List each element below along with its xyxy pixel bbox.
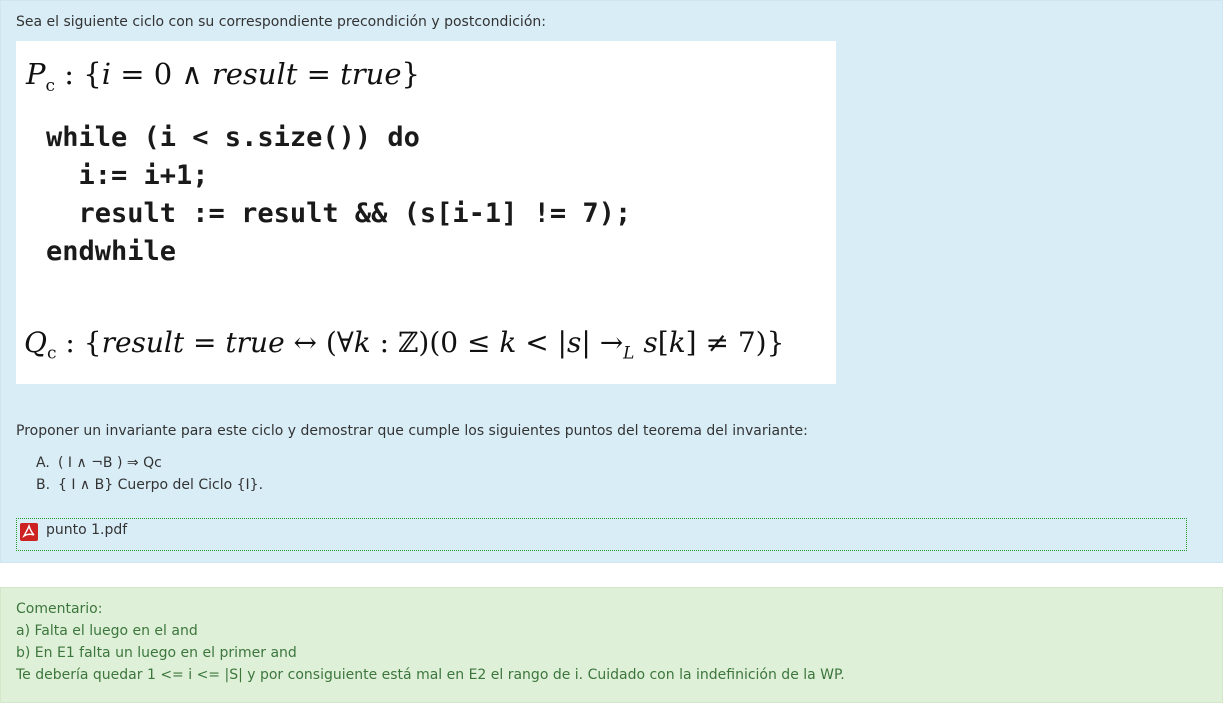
option-letter: B. — [36, 477, 51, 493]
pre-t2: = 0 ∧ — [111, 57, 212, 91]
option-text: { I ∧ B} Cuerpo del Ciclo {I}. — [58, 477, 264, 493]
precondition-formula: Pc : {i = 0 ∧ result = true} — [26, 57, 420, 96]
option-letter: A. — [36, 455, 50, 471]
code-line: result := result && (s[i-1] != 7); — [46, 198, 632, 229]
post-var-k: k — [353, 326, 371, 359]
post-t5: < | — [516, 326, 567, 359]
post-sub-l: L — [623, 343, 635, 364]
post-var-k3: k — [668, 326, 686, 359]
question-intro: Sea el siguiente ciclo con su correspond… — [16, 14, 546, 30]
formula-image: Pc : {i = 0 ∧ result = true} while (i < … — [16, 41, 836, 384]
post-var-result: result — [101, 326, 185, 359]
pre-sub: c — [45, 75, 56, 96]
post-name: Q — [24, 326, 47, 359]
options-list: A. ( I ∧ ¬B ) ⇒ Qc B. { I ∧ B} Cuerpo del … — [36, 452, 263, 496]
code-line: while (i < s.size()) do — [46, 122, 420, 153]
comment-line: a) Falta el luego en el and — [16, 623, 198, 639]
post-sub: c — [46, 343, 57, 364]
pre-t3: = — [297, 57, 341, 91]
post-t1: : { — [56, 326, 102, 359]
post-t4: : ℤ)(0 ≤ — [370, 326, 500, 359]
pre-var-true: true — [340, 57, 402, 91]
attachment-link[interactable]: punto 1.pdf — [46, 522, 127, 538]
comment-title: Comentario: — [16, 601, 103, 617]
question-prompt: Proponer un invariante para este ciclo y… — [16, 423, 808, 439]
post-t6: | → — [581, 326, 624, 359]
post-t8: [ — [657, 326, 669, 359]
comment-line: b) En E1 falta un luego en el primer and — [16, 645, 297, 661]
pdf-icon — [20, 523, 38, 541]
pre-var-result: result — [211, 57, 298, 91]
feedback-panel: Comentario: a) Falta el luego en el and … — [0, 587, 1223, 703]
option-text: ( I ∧ ¬B ) ⇒ Qc — [58, 455, 162, 471]
postcondition-formula: Qc : {result = true ↔ (∀k : ℤ)(0 ≤ k < |… — [24, 326, 784, 364]
code-line: i:= i+1; — [46, 160, 209, 191]
option-item: B. { I ∧ B} Cuerpo del Ciclo {I}. — [36, 474, 263, 496]
post-var-k2: k — [499, 326, 517, 359]
attachment-row[interactable]: punto 1.pdf — [16, 518, 1187, 551]
pre-var-i: i — [101, 57, 111, 91]
pre-t4: } — [401, 57, 420, 91]
pre-name: P — [26, 57, 46, 91]
code-line: endwhile — [46, 236, 177, 267]
post-var-s2: s — [643, 326, 658, 359]
post-var-true: true — [225, 326, 285, 359]
post-t9: ] ≠ 7)} — [685, 326, 785, 359]
post-t3: ↔ (∀ — [284, 326, 354, 359]
post-t2: = — [184, 326, 226, 359]
post-var-s: s — [567, 326, 582, 359]
question-panel: Sea el siguiente ciclo con su correspond… — [0, 0, 1223, 563]
loop-code: while (i < s.size()) do i:= i+1; result … — [46, 119, 631, 271]
comment-line: Te debería quedar 1 <= i <= |S| y por co… — [16, 667, 845, 683]
option-item: A. ( I ∧ ¬B ) ⇒ Qc — [36, 452, 263, 474]
pre-t1: : { — [55, 57, 102, 91]
